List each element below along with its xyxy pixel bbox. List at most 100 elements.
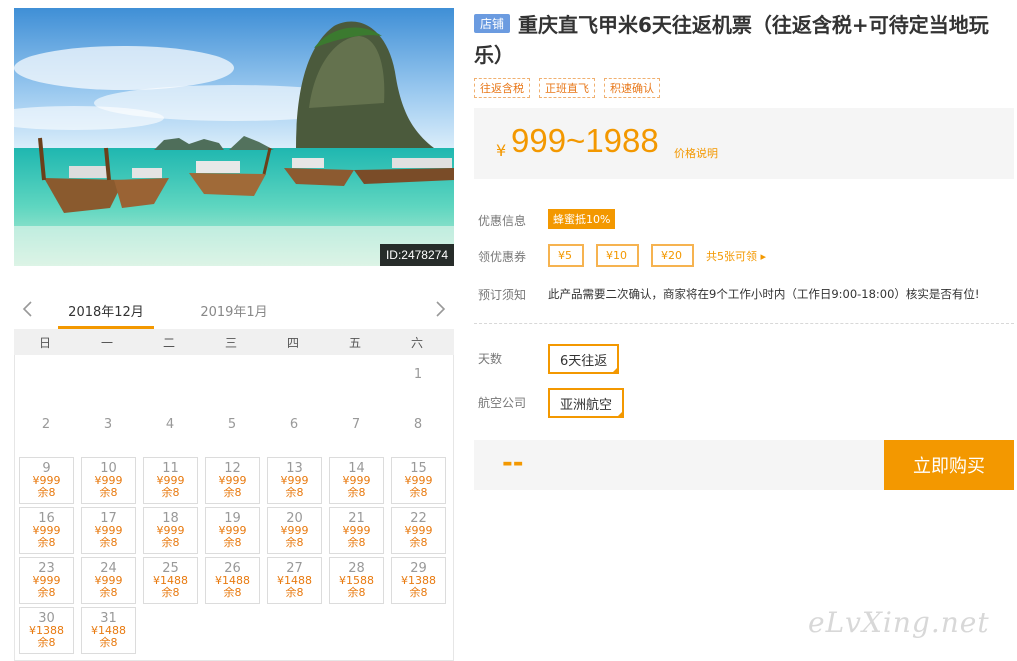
feature-tags: 往返含税 正班直飞 积速确认: [474, 78, 660, 98]
calendar-day-available[interactable]: 17 ¥999 余8: [81, 507, 136, 554]
day-number: 10: [100, 461, 117, 476]
day-stock: 余8: [161, 586, 180, 599]
day-number: 1: [413, 367, 423, 382]
calendar-empty-cell: [325, 355, 387, 405]
product-photo: ID:2478274: [14, 8, 454, 266]
calendar-day-cell: 5: [201, 405, 263, 455]
calendar-day-available[interactable]: 18 ¥999 余8: [143, 507, 198, 554]
coupon-more-link[interactable]: 共5张可领 ▸: [706, 248, 766, 264]
day-stock: 余8: [347, 586, 366, 599]
day-stock: 余8: [285, 586, 304, 599]
day-number: 30: [38, 611, 55, 626]
calendar-day-available[interactable]: 29 ¥1388 余8: [391, 557, 446, 604]
calendar-grid: 1 2 3 4 5 6 7 8 9 ¥999 余8 10 ¥999 余8 11 ¥999 余8 12 ¥999 余8 1…: [15, 355, 453, 655]
airline-option[interactable]: 亚洲航空: [548, 388, 625, 418]
calendar-day-cell: 7: [325, 405, 387, 455]
coupon-item[interactable]: ¥10: [596, 244, 639, 267]
weekday-header: 日 一 二 三 四 五 六: [14, 329, 454, 355]
prev-month-arrow-icon[interactable]: [20, 299, 36, 319]
weekday-label: 三: [224, 335, 237, 350]
calendar-day-available[interactable]: 14 ¥999 余8: [329, 457, 384, 504]
day-number: 20: [286, 511, 303, 526]
calendar-day-available[interactable]: 26 ¥1488 余8: [205, 557, 260, 604]
day-number: 26: [224, 561, 241, 576]
day-number: 18: [162, 511, 179, 526]
coupon-item[interactable]: ¥20: [651, 244, 694, 267]
feature-tag: 积速确认: [604, 78, 660, 98]
day-stock: 余8: [99, 536, 118, 549]
price-range: 999~1988: [511, 122, 659, 159]
day-stock: 余8: [285, 536, 304, 549]
calendar-day-available[interactable]: 11 ¥999 余8: [143, 457, 198, 504]
calendar-day-available[interactable]: 22 ¥999 余8: [391, 507, 446, 554]
weekday-label: 二: [162, 335, 175, 350]
calendar-day-available[interactable]: 31 ¥1488 余8: [81, 607, 136, 654]
calendar-day-available[interactable]: 24 ¥999 余8: [81, 557, 136, 604]
calendar-day-available[interactable]: 21 ¥999 余8: [329, 507, 384, 554]
photo-id-label: ID:2478274: [379, 244, 454, 266]
shop-badge[interactable]: 店铺: [474, 14, 511, 33]
days-option[interactable]: 6天往返: [548, 344, 620, 374]
day-number: 29: [410, 561, 427, 576]
beach-illustration: [14, 8, 454, 266]
days-label: 天数: [478, 352, 503, 366]
price-calendar: 2018年12月 2019年1月 日 一 二 三 四 五 六 123456789…: [14, 293, 454, 661]
day-number: 12: [224, 461, 241, 476]
coupon-label: 领优惠券: [478, 250, 527, 264]
day-number: 21: [348, 511, 365, 526]
day-number: 17: [100, 511, 117, 526]
day-stock: 余8: [285, 486, 304, 499]
buy-now-button[interactable]: 立即购买: [884, 440, 1014, 490]
calendar-day-available[interactable]: 20 ¥999 余8: [267, 507, 322, 554]
tab-month-current[interactable]: 2018年12月: [58, 301, 154, 329]
calendar-day-cell: 2: [15, 405, 77, 455]
day-number: 31: [100, 611, 117, 626]
day-number: 25: [162, 561, 179, 576]
day-number: 13: [286, 461, 303, 476]
calendar-header: 2018年12月 2019年1月: [14, 293, 454, 329]
coupon-item[interactable]: ¥5: [548, 244, 584, 267]
next-month-arrow-icon[interactable]: [432, 299, 448, 319]
total-price-placeholder: --: [502, 448, 524, 478]
site-watermark: eLvXing.net: [808, 606, 990, 639]
calendar-day-available[interactable]: 16 ¥999 余8: [19, 507, 74, 554]
calendar-day-available[interactable]: 15 ¥999 余8: [391, 457, 446, 504]
day-number: 11: [162, 461, 179, 476]
calendar-day-available[interactable]: 30 ¥1388 余8: [19, 607, 74, 654]
calendar-day-available[interactable]: 19 ¥999 余8: [205, 507, 260, 554]
calendar-day-available[interactable]: 12 ¥999 余8: [205, 457, 260, 504]
day-stock: 余8: [347, 486, 366, 499]
product-title-row: 店铺 重庆直飞甲米6天往返机票（往返含税+可待定当地玩乐）: [474, 10, 1014, 70]
day-stock: 余8: [37, 486, 56, 499]
day-stock: 余8: [409, 486, 428, 499]
discount-badge: 蜂蜜抵10%: [548, 209, 616, 229]
day-stock: 余8: [99, 636, 118, 649]
calendar-empty-cell: [139, 355, 201, 405]
calendar-day-available[interactable]: 23 ¥999 余8: [19, 557, 74, 604]
day-number: 19: [224, 511, 241, 526]
calendar-day-available[interactable]: 9 ¥999 余8: [19, 457, 74, 504]
calendar-day-available[interactable]: 25 ¥1488 余8: [143, 557, 198, 604]
tab-month-next[interactable]: 2019年1月: [186, 301, 282, 329]
calendar-day-available[interactable]: 27 ¥1488 余8: [267, 557, 322, 604]
weekday-label: 五: [348, 335, 361, 350]
calendar-day-available[interactable]: 28 ¥1588 余8: [329, 557, 384, 604]
day-stock: 余8: [409, 586, 428, 599]
total-price-bar: --: [474, 440, 884, 490]
calendar-day-available[interactable]: 10 ¥999 余8: [81, 457, 136, 504]
price-note-link[interactable]: 价格说明: [674, 145, 718, 161]
calendar-day-cell: 8: [387, 405, 449, 455]
day-stock: 余8: [223, 586, 242, 599]
calendar-day-cell: 3: [77, 405, 139, 455]
weekday-label: 日: [38, 335, 51, 350]
day-stock: 余8: [99, 586, 118, 599]
day-number: 8: [413, 417, 423, 432]
calendar-day-available[interactable]: 13 ¥999 余8: [267, 457, 322, 504]
day-stock: 余8: [223, 486, 242, 499]
day-stock: 余8: [161, 536, 180, 549]
calendar-empty-cell: [15, 355, 77, 405]
calendar-empty-cell: [263, 355, 325, 405]
product-title: 重庆直飞甲米6天往返机票（往返含税+可待定当地玩乐）: [474, 13, 989, 67]
feature-tag: 正班直飞: [539, 78, 595, 98]
day-number: 24: [100, 561, 117, 576]
